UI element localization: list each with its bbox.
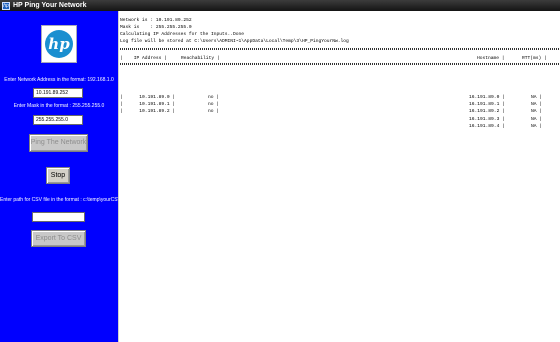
- row-hostname: 16.191.89.3 |: [469, 117, 505, 122]
- ping-network-button[interactable]: Ping The Network: [29, 134, 88, 152]
- header-reachability: Reachability |: [181, 56, 220, 61]
- row-rtt: NA |: [531, 109, 543, 114]
- row-hostname: 16.191.89.1 |: [469, 102, 505, 107]
- hp-logo: hp: [41, 25, 77, 63]
- row-rtt: NA |: [531, 117, 543, 122]
- row-reachability: no |: [208, 109, 220, 114]
- log-path-line: Log file will be stored at C:\Users\ADMI…: [120, 39, 349, 44]
- row-reachability: no |: [208, 102, 220, 107]
- row-rtt: NA |: [531, 102, 543, 107]
- network-line: Network is : 10.191.89.252: [120, 18, 192, 23]
- hp-logo-icon: hp: [45, 30, 73, 58]
- mask-line: Mask is : 255.255.255.0: [120, 25, 192, 30]
- sidebar-panel: hp Enter Network Address in the format: …: [0, 11, 129, 342]
- row-ip: | 10.191.89.0 |: [120, 95, 176, 100]
- network-address-input[interactable]: 10.191.89.252: [33, 88, 83, 98]
- row-rtt: NA |: [531, 95, 543, 100]
- header-rtt: RTT(ms) |: [522, 56, 547, 61]
- row-rtt: NA |: [531, 124, 543, 129]
- separator-top: [120, 48, 559, 50]
- export-csv-button[interactable]: Export To CSV: [31, 230, 86, 247]
- separator-header: [120, 63, 559, 65]
- app-window: hp HP Ping Your Network hp Enter Network…: [0, 0, 560, 342]
- hp-app-icon: hp: [2, 1, 10, 10]
- row-reachability: no |: [208, 95, 220, 100]
- stop-button[interactable]: Stop: [46, 167, 70, 184]
- mask-input[interactable]: 255.255.255.0: [33, 115, 83, 125]
- title-bar[interactable]: hp HP Ping Your Network: [0, 0, 560, 11]
- row-ip: | 10.191.89.2 |: [120, 109, 176, 114]
- mask-label: Enter Mask in the format : 255.255.255.0: [13, 103, 105, 109]
- row-ip: | 10.191.89.1 |: [120, 102, 176, 107]
- csv-path-label: Enter path for CSV file in the format : …: [0, 197, 129, 203]
- output-log-area[interactable]: Network is : 10.191.89.252 Mask is : 255…: [118, 11, 560, 342]
- header-hostname: Hostname |: [477, 56, 505, 61]
- csv-path-input[interactable]: [32, 212, 85, 222]
- window-title: HP Ping Your Network: [13, 2, 87, 9]
- row-hostname: 16.191.89.2 |: [469, 109, 505, 114]
- row-hostname: 16.191.89.0 |: [469, 95, 505, 100]
- network-address-label: Enter Network Address in the format: 192…: [4, 77, 114, 83]
- row-hostname: 16.191.89.4 |: [469, 124, 505, 129]
- header-ip-address: | IP Address |: [120, 56, 167, 61]
- calculating-line: Calculating IP Addresses for the Inputs.…: [120, 32, 245, 37]
